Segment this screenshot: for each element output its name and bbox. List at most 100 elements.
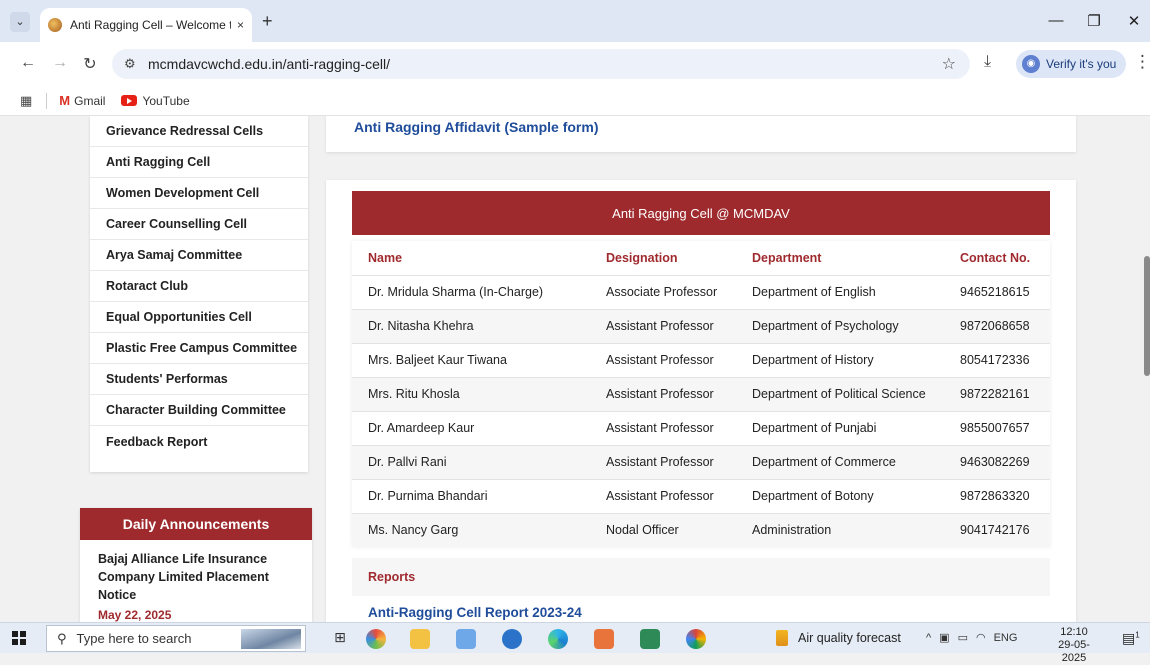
tab-close-icon[interactable]: × [237, 18, 244, 32]
address-bar[interactable]: ⚙ mcmdavcwchd.edu.in/anti-ragging-cell/ … [112, 49, 970, 79]
sidebar-item-arya-samaj[interactable]: Arya Samaj Committee [90, 240, 308, 271]
battery-icon[interactable]: ▭ [958, 631, 968, 644]
column-header-department: Department [752, 250, 822, 265]
windows-taskbar: ⚲ Type here to search ⊞ Air quality fore… [0, 622, 1150, 664]
table-row: Ms. Nancy Garg Nodal Officer Administrat… [352, 512, 1050, 547]
cell-contact: 9463082269 [944, 444, 1050, 479]
sidebar-item-equal-opportunities[interactable]: Equal Opportunities Cell [90, 302, 308, 333]
sidebar-item-plastic-free[interactable]: Plastic Free Campus Committee [90, 333, 308, 364]
site-favicon-icon [48, 18, 62, 32]
back-arrow-icon[interactable]: ← [18, 54, 38, 72]
window-close-icon[interactable]: ✕ [1124, 12, 1144, 30]
verify-profile-button[interactable]: ◉ Verify it's you [1016, 50, 1127, 78]
bookmark-star-icon[interactable]: ☆ [942, 54, 956, 74]
cell-designation: Assistant Professor [590, 478, 736, 513]
bookmarks-bar: ▦ M Gmail YouTube [0, 86, 1150, 116]
profile-avatar-icon: ◉ [1022, 55, 1040, 73]
table-row: Dr. Amardeep Kaur Assistant Professor De… [352, 410, 1050, 445]
sidebar-item-women-development[interactable]: Women Development Cell [90, 178, 308, 209]
forward-arrow-icon[interactable]: → [50, 54, 70, 72]
cell-department: Department of Botony [736, 478, 944, 513]
announcements-widget: Daily Announcements Bajaj Alliance Life … [80, 508, 312, 622]
sidebar-item-rotaract[interactable]: Rotaract Club [90, 271, 308, 302]
cell-contact: 9855007657 [944, 410, 1050, 445]
outlook-icon[interactable] [502, 629, 522, 649]
cell-name: Dr. Nitasha Khehra [352, 308, 590, 343]
reload-icon[interactable]: ↻ [80, 54, 100, 74]
apps-grid-icon[interactable]: ▦ [20, 93, 32, 109]
sidebar-item-students-performas[interactable]: Students' Performas [90, 364, 308, 395]
column-header-name: Name [368, 250, 403, 265]
report-link[interactable]: Anti-Ragging Cell Report 2023-24 [368, 605, 582, 620]
cell-contact: 9872282161 [944, 376, 1050, 411]
cell-designation: Assistant Professor [590, 308, 736, 343]
notification-center-icon[interactable]: ▤1 [1122, 630, 1140, 647]
sidebar-item-feedback[interactable]: Feedback Report [90, 426, 308, 457]
cell-designation: Assistant Professor [590, 410, 736, 445]
cell-contact: 9465218615 [944, 274, 1050, 309]
cell-designation: Nodal Officer [590, 512, 736, 547]
download-icon[interactable]: ⤓ [984, 53, 991, 71]
page-scrollbar-thumb[interactable] [1144, 256, 1150, 376]
page-viewport: Grievance Redressal Cells Anti Ragging C… [0, 116, 1150, 622]
system-tray: ^ ▣ ▭ ◠ ENG [926, 631, 1018, 645]
url-text[interactable]: mcmdavcwchd.edu.in/anti-ragging-cell/ [148, 56, 390, 72]
new-tab-button[interactable]: + [262, 12, 273, 30]
column-header-designation: Designation [606, 250, 678, 265]
browser-menu-icon[interactable]: ⋮ [1134, 52, 1150, 72]
wifi-icon[interactable]: ◠ [976, 631, 986, 644]
meet-now-icon[interactable]: ▣ [939, 631, 949, 644]
committee-card: Anti Ragging Cell @ MCMDAV Name Designat… [326, 180, 1076, 622]
sidebar-item-character-building[interactable]: Character Building Committee [90, 395, 308, 426]
cell-department: Department of Commerce [736, 444, 944, 479]
announcements-heading: Daily Announcements [80, 508, 312, 540]
announcement-link[interactable]: Bajaj Alliance Life Insurance Company Li… [98, 550, 300, 604]
cell-department: Department of Psychology [736, 308, 944, 343]
sidebar-item-career-counselling[interactable]: Career Counselling Cell [90, 209, 308, 240]
language-indicator[interactable]: ENG [994, 632, 1018, 644]
cell-name: Dr. Pallvi Rani [352, 444, 590, 479]
youtube-icon [121, 95, 138, 106]
weather-widget[interactable]: Air quality forecast [776, 630, 901, 646]
cell-designation: Assistant Professor [590, 444, 736, 479]
cell-contact: 8054172336 [944, 342, 1050, 377]
taskbar-clock[interactable]: 12:10 29-05-2025 [1046, 626, 1102, 665]
browser-tab-active[interactable]: Anti Ragging Cell – Welcome to × [40, 8, 252, 42]
table-row: Dr. Nitasha Khehra Assistant Professor D… [352, 308, 1050, 343]
file-explorer-icon[interactable] [410, 629, 430, 649]
copilot-icon[interactable] [366, 629, 386, 649]
tab-search-chevron-icon[interactable]: ⌄ [10, 12, 30, 32]
restore-icon[interactable]: ❐ [1084, 12, 1104, 30]
cell-name: Dr. Purnima Bhandari [352, 478, 590, 513]
bookmark-youtube[interactable]: YouTube [121, 93, 190, 108]
cell-department: Department of English [736, 274, 944, 309]
cell-designation: Associate Professor [590, 274, 736, 309]
powerpoint-icon[interactable] [594, 629, 614, 649]
cell-contact: 9872068658 [944, 308, 1050, 343]
cell-contact: 9041742176 [944, 512, 1050, 547]
bookmark-label: YouTube [142, 93, 190, 108]
edge-icon[interactable] [548, 629, 568, 649]
affidavit-link[interactable]: Anti Ragging Affidavit (Sample form) [354, 119, 598, 135]
sidebar-item-anti-ragging[interactable]: Anti Ragging Cell [90, 147, 308, 178]
table-row: Dr. Pallvi Rani Assistant Professor Depa… [352, 444, 1050, 479]
cell-department: Administration [736, 512, 944, 547]
notepad-icon[interactable] [456, 629, 476, 649]
chrome-icon[interactable] [686, 629, 706, 649]
table-title: Anti Ragging Cell @ MCMDAV [352, 191, 1050, 235]
minimize-icon[interactable]: — [1046, 12, 1066, 29]
task-view-icon[interactable]: ⊞ [330, 629, 350, 649]
cell-name: Ms. Nancy Garg [352, 512, 590, 547]
excel-icon[interactable] [640, 629, 660, 649]
taskbar-search-box[interactable]: ⚲ Type here to search [46, 625, 306, 652]
chevron-up-icon[interactable]: ^ [926, 632, 931, 644]
sidebar-item-grievance[interactable]: Grievance Redressal Cells [90, 116, 308, 147]
bookmark-gmail[interactable]: M Gmail [59, 93, 105, 108]
cell-name: Mrs. Ritu Khosla [352, 376, 590, 411]
windows-start-icon[interactable] [12, 631, 26, 645]
cell-contact: 9872863320 [944, 478, 1050, 513]
weather-label: Air quality forecast [798, 631, 901, 645]
bookmark-divider [46, 92, 48, 109]
site-info-icon[interactable]: ⚙ [124, 56, 136, 72]
cell-department: Department of Punjabi [736, 410, 944, 445]
